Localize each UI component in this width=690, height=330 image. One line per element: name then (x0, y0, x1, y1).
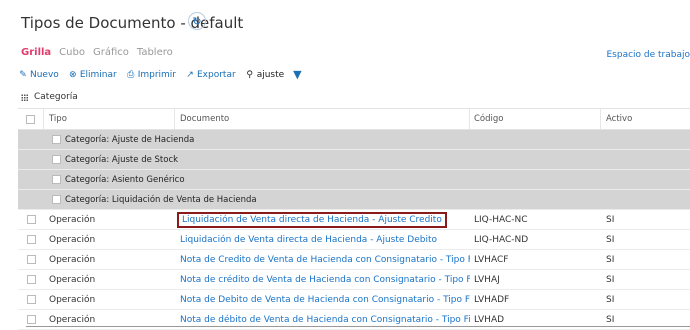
group-checkbox[interactable] (52, 155, 61, 164)
table-row[interactable]: Operación Nota de crédito de Venta de Ha… (18, 270, 690, 290)
print-button[interactable]: ⎙ Imprimir (126, 70, 176, 80)
select-all-checkbox[interactable] (26, 114, 35, 124)
table-row[interactable]: Operación Liquidación de Venta directa d… (18, 210, 690, 230)
document-link[interactable]: Nota de crédito de Venta de Hacienda con… (180, 275, 470, 285)
header-activo[interactable]: Activo (601, 109, 690, 129)
header-tipo[interactable]: Tipo (44, 109, 175, 129)
view-tabs: Grilla Cubo Gráfico Tablero (21, 47, 173, 58)
grid-header: Tipo Documento Código Activo (18, 108, 690, 130)
row-checkbox[interactable] (26, 295, 36, 304)
row-checkbox[interactable] (26, 215, 36, 224)
delete-label: Eliminar (79, 69, 117, 80)
delete-button[interactable]: ⊗ Eliminar (68, 70, 117, 80)
cell-activo: SI (606, 294, 615, 305)
document-link-highlighted[interactable]: Liquidación de Venta directa de Hacienda… (177, 211, 447, 228)
group-row[interactable]: Categoría: Ajuste de Stock (18, 150, 690, 170)
cell-codigo: LVHADF (474, 294, 510, 305)
delete-icon: ⊗ (69, 69, 77, 80)
filter-button[interactable]: ▼ (293, 68, 301, 81)
table-row[interactable]: Operación Nota de Credito de Venta de Ha… (18, 250, 690, 270)
tab-cubo[interactable]: Cubo (59, 47, 85, 58)
filter-icon: ▼ (293, 68, 302, 81)
refresh-icon: ↻ (192, 14, 202, 28)
cell-tipo: Operación (49, 234, 96, 245)
search-icon: ⚲ (246, 69, 253, 80)
export-label: Exportar (197, 69, 236, 80)
document-link[interactable]: Liquidación de Venta directa de Hacienda… (180, 235, 437, 245)
print-label: Imprimir (137, 69, 176, 80)
tab-tablero[interactable]: Tablero (137, 47, 173, 58)
documents-grid: Tipo Documento Código Activo Categoría: … (18, 108, 690, 330)
cell-codigo: LVHAJ (474, 274, 500, 285)
group-row[interactable]: Categoría: Asiento Genérico (18, 170, 690, 190)
toolbar: ✎ Nuevo ⊗ Eliminar ⎙ Imprimir ↗ Exportar… (18, 68, 311, 81)
search-button[interactable]: ⚲ ajuste (245, 70, 284, 80)
cell-tipo: Operación (49, 254, 96, 265)
horizontal-scrollbar[interactable] (26, 326, 690, 327)
cell-activo: SI (606, 274, 615, 285)
row-checkbox[interactable] (26, 315, 36, 324)
row-checkbox[interactable] (26, 275, 36, 284)
group-checkbox[interactable] (52, 175, 61, 184)
group-by-chip[interactable]: Categoría (21, 92, 78, 102)
cell-activo: SI (606, 234, 615, 245)
cell-tipo: Operación (49, 214, 96, 225)
workspace-link[interactable]: Espacio de trabajo (606, 50, 690, 60)
export-button[interactable]: ↗ Exportar (185, 69, 236, 80)
export-icon: ↗ (186, 69, 194, 80)
document-link[interactable]: Nota de débito de Venta de Hacienda con … (180, 315, 470, 325)
print-icon: ⎙ (127, 69, 135, 80)
table-row[interactable]: Operación Liquidación de Venta directa d… (18, 230, 690, 250)
new-label: Nuevo (30, 69, 59, 80)
new-button[interactable]: ✎ Nuevo (18, 70, 59, 80)
new-doc-icon: ✎ (19, 69, 27, 80)
group-checkbox[interactable] (52, 195, 61, 204)
page-title: Tipos de Documento - default (21, 14, 244, 32)
group-row[interactable]: Categoría: Ajuste de Hacienda (18, 130, 690, 150)
row-checkbox[interactable] (26, 235, 36, 244)
refresh-button[interactable]: ↻ (188, 12, 206, 30)
cell-tipo: Operación (49, 294, 96, 305)
table-row[interactable]: Operación Nota de Debito de Venta de Hac… (18, 290, 690, 310)
cell-codigo: LIQ-HAC-NC (474, 214, 528, 225)
table-row[interactable]: Operación Nota de débito de Venta de Hac… (18, 310, 690, 330)
cell-tipo: Operación (49, 274, 96, 285)
group-label: Categoría: Liquidación de Venta de Hacie… (65, 194, 257, 205)
group-label: Categoría: Asiento Genérico (65, 174, 185, 185)
group-row[interactable]: Categoría: Liquidación de Venta de Hacie… (18, 190, 690, 210)
group-label: Categoría: Ajuste de Hacienda (65, 134, 195, 145)
search-label: ajuste (256, 69, 285, 80)
group-by-label: Categoría (34, 92, 78, 102)
group-checkbox[interactable] (52, 135, 61, 144)
row-checkbox[interactable] (26, 255, 36, 264)
cell-activo: SI (606, 214, 615, 225)
tab-grilla[interactable]: Grilla (21, 47, 51, 58)
group-label: Categoría: Ajuste de Stock (65, 154, 179, 165)
tab-grafico[interactable]: Gráfico (93, 47, 129, 58)
document-link[interactable]: Nota de Debito de Venta de Hacienda con … (180, 295, 470, 305)
drag-grip-icon (21, 93, 28, 101)
cell-codigo: LIQ-HAC-ND (474, 234, 529, 245)
document-link[interactable]: Nota de Credito de Venta de Hacienda con… (180, 255, 470, 265)
cell-codigo: LVHACF (474, 254, 509, 265)
header-documento[interactable]: Documento (175, 109, 470, 129)
cell-activo: SI (606, 254, 615, 265)
header-codigo[interactable]: Código (470, 109, 601, 129)
